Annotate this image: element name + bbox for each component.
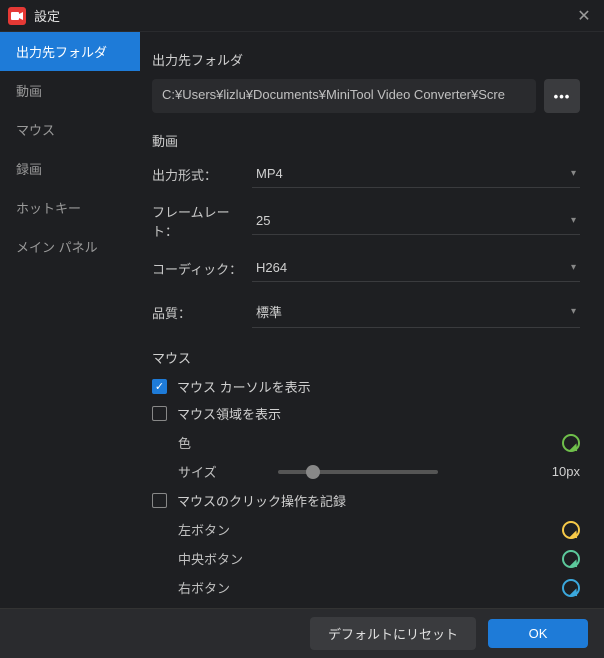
format-label: 出力形式： <box>152 165 252 184</box>
region-size-label: サイズ <box>178 462 258 481</box>
window-title: 設定 <box>34 6 572 25</box>
format-value: MP4 <box>256 166 283 181</box>
sidebar-item-main-panel[interactable]: メイン パネル <box>0 227 140 266</box>
section-mouse-title: マウス <box>152 348 580 367</box>
browse-button[interactable]: ••• <box>544 79 580 113</box>
show-region-checkbox[interactable] <box>152 406 167 421</box>
show-region-label: マウス領域を表示 <box>177 404 281 423</box>
framerate-label: フレームレート： <box>152 202 252 240</box>
chevron-down-icon: ▾ <box>571 262 576 273</box>
sidebar-item-record[interactable]: 録画 <box>0 149 140 188</box>
center-button-label: 中央ボタン <box>178 549 258 568</box>
quality-value: 標準 <box>256 302 282 321</box>
record-clicks-label: マウスのクリック操作を記録 <box>177 491 346 510</box>
format-select[interactable]: MP4 ▾ <box>252 160 580 188</box>
close-icon[interactable]: ✕ <box>572 6 596 26</box>
quality-select[interactable]: 標準 ▾ <box>252 296 580 328</box>
framerate-select[interactable]: 25 ▾ <box>252 207 580 235</box>
sidebar-item-output-folder[interactable]: 出力先フォルダ <box>0 32 140 71</box>
section-output-folder-title: 出力先フォルダ <box>152 50 580 69</box>
content-area: 出力先フォルダ C:¥Users¥lizlu¥Documents¥MiniToo… <box>140 32 604 608</box>
quality-label: 品質： <box>152 303 252 322</box>
region-color-picker[interactable] <box>562 434 580 452</box>
sidebar-item-mouse[interactable]: マウス <box>0 110 140 149</box>
ok-button[interactable]: OK <box>488 619 588 648</box>
chevron-down-icon: ▾ <box>571 215 576 226</box>
codec-select[interactable]: H264 ▾ <box>252 254 580 282</box>
titlebar: 設定 ✕ <box>0 0 604 32</box>
show-cursor-label: マウス カーソルを表示 <box>177 377 311 396</box>
right-button-color-picker[interactable] <box>562 579 580 597</box>
framerate-value: 25 <box>256 213 270 228</box>
region-size-slider[interactable] <box>278 470 438 474</box>
ellipsis-icon: ••• <box>554 89 571 104</box>
region-size-value: 10px <box>552 464 580 479</box>
codec-value: H264 <box>256 260 287 275</box>
chevron-down-icon: ▾ <box>571 306 576 317</box>
sidebar-item-video[interactable]: 動画 <box>0 71 140 110</box>
region-color-label: 色 <box>178 433 258 452</box>
record-clicks-checkbox[interactable] <box>152 493 167 508</box>
section-video-title: 動画 <box>152 131 580 150</box>
sidebar: 出力先フォルダ 動画 マウス 録画 ホットキー メイン パネル <box>0 32 140 608</box>
output-path-input[interactable]: C:¥Users¥lizlu¥Documents¥MiniTool Video … <box>152 79 536 113</box>
center-button-color-picker[interactable] <box>562 550 580 568</box>
right-button-label: 右ボタン <box>178 578 258 597</box>
chevron-down-icon: ▾ <box>571 168 576 179</box>
show-cursor-checkbox[interactable]: ✓ <box>152 379 167 394</box>
codec-label: コーディック： <box>152 259 252 278</box>
footer: デフォルトにリセット OK <box>0 608 604 658</box>
sidebar-item-hotkey[interactable]: ホットキー <box>0 188 140 227</box>
left-button-color-picker[interactable] <box>562 521 580 539</box>
slider-thumb[interactable] <box>306 465 320 479</box>
reset-button[interactable]: デフォルトにリセット <box>310 617 476 650</box>
app-logo-icon <box>8 7 26 25</box>
left-button-label: 左ボタン <box>178 520 258 539</box>
